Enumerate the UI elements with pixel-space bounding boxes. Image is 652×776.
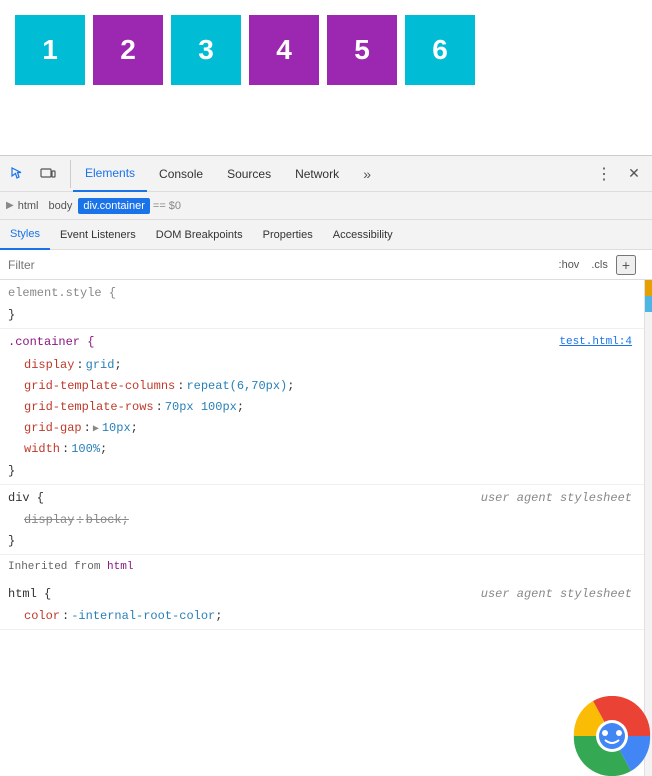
div-display-property: display: [24, 511, 74, 530]
container-selector-line: .container { test.html:4: [0, 331, 644, 354]
devtools-toolbar-right: ⋮ ✕: [582, 160, 648, 188]
div-selector-line: div { user agent stylesheet: [0, 487, 644, 510]
width-value: 100%: [71, 440, 100, 459]
grid-gap-triangle[interactable]: ▶: [93, 422, 99, 438]
container-block: .container { test.html:4 display : grid …: [0, 329, 644, 484]
inherited-from-tag: html: [107, 561, 133, 573]
grid-template-columns-property: grid-template-columns: [24, 377, 175, 396]
styles-subtabs: Styles Event Listeners DOM Breakpoints P…: [0, 220, 652, 250]
grid-template-rows-property: grid-template-rows: [24, 398, 154, 417]
css-sidebar-marks: [644, 280, 652, 776]
div-close: }: [0, 531, 644, 552]
grid-box-1: 1: [15, 15, 85, 85]
subtab-event-listeners[interactable]: Event Listeners: [50, 220, 146, 250]
div-selector: div {: [8, 489, 44, 508]
div-display-line: display : block ;: [0, 510, 644, 531]
subtab-styles[interactable]: Styles: [0, 220, 50, 250]
grid-box-5: 5: [327, 15, 397, 85]
element-style-close: }: [0, 305, 644, 326]
breadcrumb-current[interactable]: div.container: [78, 198, 150, 214]
sidebar-mark-blue: [645, 296, 652, 312]
sidebar-mark-orange: [645, 280, 652, 296]
container-close: }: [0, 461, 644, 482]
html-selector: html {: [8, 585, 51, 604]
styles-panel: Styles Event Listeners DOM Breakpoints P…: [0, 220, 652, 776]
inspect-button[interactable]: [4, 160, 32, 188]
display-property: display: [24, 356, 74, 375]
more-tabs-button[interactable]: »: [353, 160, 381, 188]
grid-box-3: 3: [171, 15, 241, 85]
devtools-breadcrumb: ▶ html body div.container == $0: [0, 192, 652, 220]
element-style-selector-line: element.style {: [0, 282, 644, 305]
breadcrumb-collapse: ▶: [6, 200, 14, 211]
tab-elements[interactable]: Elements: [73, 156, 147, 192]
preview-area: 123456: [0, 0, 652, 155]
subtab-properties[interactable]: Properties: [253, 220, 323, 250]
grid-box-4: 4: [249, 15, 319, 85]
div-user-agent-block: div { user agent stylesheet display : bl…: [0, 485, 644, 556]
width-property: width: [24, 440, 60, 459]
devtools-toolbar-icons: [4, 160, 71, 188]
container-source-link[interactable]: test.html:4: [559, 334, 636, 352]
width-line: width : 100% ;: [0, 439, 644, 460]
tab-network[interactable]: Network: [283, 156, 351, 192]
add-style-button[interactable]: +: [616, 255, 636, 275]
color-line: color : -internal-root-color ;: [0, 606, 644, 627]
devtools-menu-button[interactable]: ⋮: [590, 160, 618, 188]
css-rules-main: element.style { } .container { test.html…: [0, 280, 644, 776]
element-style-block: element.style { }: [0, 280, 644, 329]
breadcrumb-html[interactable]: html: [14, 198, 43, 214]
html-selector-line: html { user agent stylesheet: [0, 583, 644, 606]
devtools-close-button[interactable]: ✕: [620, 160, 648, 188]
breadcrumb-dollar: $0: [169, 200, 181, 212]
devtools-tabs: Elements Console Sources Network »: [73, 156, 582, 192]
grid-template-rows-value: 70px 100px: [165, 398, 237, 417]
div-display-value: block: [86, 511, 122, 530]
cls-filter-button[interactable]: .cls: [587, 257, 612, 273]
breadcrumb-equals: ==: [153, 200, 166, 212]
grid-gap-value: 10px: [102, 419, 131, 438]
css-content: element.style { } .container { test.html…: [0, 280, 652, 776]
styles-filter-bar: :hov .cls +: [0, 250, 652, 280]
inherited-label: Inherited from html: [0, 555, 644, 581]
devtools-panel: Elements Console Sources Network » ⋮ ✕ ▶…: [0, 155, 652, 776]
subtab-accessibility[interactable]: Accessibility: [323, 220, 403, 250]
container-selector: .container {: [8, 333, 94, 352]
hov-filter-button[interactable]: :hov: [555, 257, 584, 273]
grid-template-rows-line: grid-template-rows : 70px 100px ;: [0, 397, 644, 418]
subtab-dom-breakpoints[interactable]: DOM Breakpoints: [146, 220, 253, 250]
grid-box-2: 2: [93, 15, 163, 85]
div-user-agent-label: user agent stylesheet: [481, 489, 636, 508]
grid-gap-line: grid-gap : ▶ 10px ;: [0, 418, 644, 439]
grid-box-6: 6: [405, 15, 475, 85]
grid-template-columns-value: repeat(6,70px): [186, 377, 287, 396]
display-line: display : grid ;: [0, 355, 644, 376]
device-toggle-button[interactable]: [34, 160, 62, 188]
color-property: color: [24, 607, 60, 626]
tab-sources[interactable]: Sources: [215, 156, 283, 192]
html-user-agent-label: user agent stylesheet: [481, 585, 636, 604]
html-user-agent-block: html { user agent stylesheet color : -in…: [0, 581, 644, 630]
element-style-selector: element.style {: [8, 284, 116, 303]
color-value: -internal-root-color: [71, 607, 215, 626]
grid-template-columns-line: grid-template-columns : repeat(6,70px) ;: [0, 376, 644, 397]
grid-gap-property: grid-gap: [24, 419, 82, 438]
tab-console[interactable]: Console: [147, 156, 215, 192]
devtools-toolbar: Elements Console Sources Network » ⋮ ✕: [0, 156, 652, 192]
filter-input[interactable]: [8, 258, 555, 272]
breadcrumb-body[interactable]: body: [44, 198, 76, 214]
display-value: grid: [86, 356, 115, 375]
filter-buttons: :hov .cls +: [555, 255, 636, 275]
